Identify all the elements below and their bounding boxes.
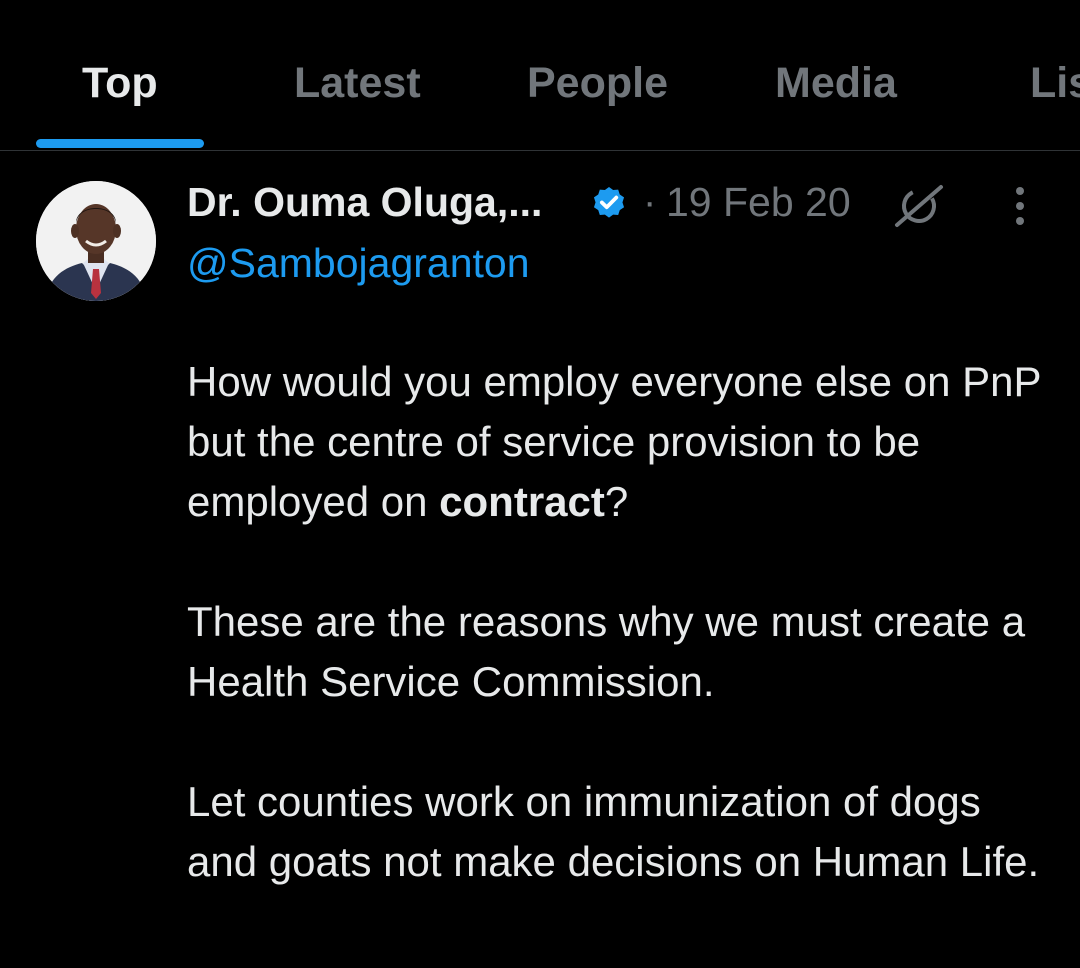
tab-lists[interactable]: Lists: [1030, 58, 1080, 108]
separator-dot: ·: [643, 180, 657, 224]
grok-icon[interactable]: [893, 184, 945, 228]
tweet-paragraph-1: How would you employ everyone else on Pn…: [187, 352, 1057, 532]
author-display-name[interactable]: Dr. Ouma Oluga,...: [187, 178, 542, 226]
avatar[interactable]: [36, 181, 156, 301]
tweet-paragraph-2: These are the reasons why we must create…: [187, 598, 1026, 705]
tab-people[interactable]: People: [527, 58, 668, 108]
verified-badge-icon[interactable]: [590, 183, 628, 221]
tab-latest[interactable]: Latest: [294, 58, 421, 108]
highlighted-search-term: contract: [439, 478, 605, 525]
search-tab-bar: Top Latest People Media Lists: [0, 0, 1080, 151]
author-handle[interactable]: @Sambojagranton: [187, 238, 530, 288]
tab-top[interactable]: Top: [82, 58, 158, 108]
more-vertical-icon[interactable]: [1008, 186, 1032, 226]
tweet-timestamp[interactable]: 19 Feb 20: [666, 178, 851, 226]
tab-media[interactable]: Media: [775, 58, 897, 108]
active-tab-indicator: [36, 139, 204, 148]
tweet-text: How would you employ everyone else on Pn…: [187, 352, 1057, 952]
tweet-paragraph-3: Let counties work on immunization of dog…: [187, 778, 1040, 885]
tweet-text-segment: ?: [604, 478, 629, 525]
